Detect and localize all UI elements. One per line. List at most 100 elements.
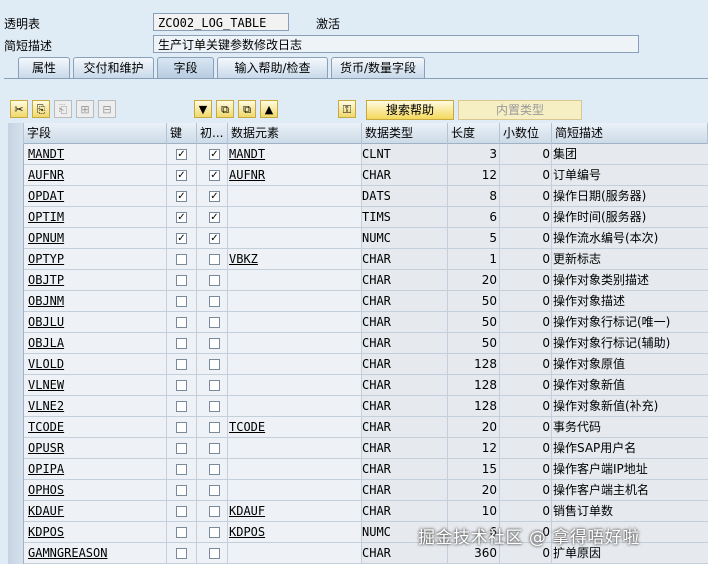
initial-cell[interactable]: [197, 375, 228, 396]
decimals-cell[interactable]: 0: [500, 249, 552, 270]
initial-cell[interactable]: ✓: [197, 186, 228, 207]
data-type-cell[interactable]: CHAR: [362, 417, 448, 438]
paste-icon[interactable]: ⎗: [54, 100, 72, 118]
initial-cell[interactable]: ✓: [197, 207, 228, 228]
length-cell[interactable]: 50: [448, 333, 500, 354]
header-data-element[interactable]: 数据元素: [228, 123, 362, 144]
data-element-cell[interactable]: [228, 186, 362, 207]
copy-icon[interactable]: ⎘: [32, 100, 50, 118]
table-row[interactable]: OPTIM ✓ ✓ TIMS 6 0 操作时间(服务器): [8, 207, 708, 228]
data-type-cell[interactable]: TIMS: [362, 207, 448, 228]
first-page-icon[interactable]: ⧉: [216, 100, 234, 118]
initial-checkbox[interactable]: ✓: [209, 233, 220, 244]
initial-cell[interactable]: [197, 543, 228, 564]
field-name-cell[interactable]: MANDT: [24, 144, 167, 165]
table-row[interactable]: MANDT ✓ ✓ MANDT CLNT 3 0 集团: [8, 144, 708, 165]
short-desc-cell[interactable]: 操作对象原值: [552, 354, 708, 375]
initial-checkbox[interactable]: [209, 506, 220, 517]
field-name-cell[interactable]: OPDAT: [24, 186, 167, 207]
row-selector[interactable]: [8, 396, 24, 417]
field-name-cell[interactable]: VLNEW: [24, 375, 167, 396]
key-cell[interactable]: [167, 501, 197, 522]
initial-cell[interactable]: [197, 501, 228, 522]
length-cell[interactable]: 8: [448, 186, 500, 207]
decimals-cell[interactable]: 0: [500, 354, 552, 375]
field-name-cell[interactable]: OPTIM: [24, 207, 167, 228]
key-checkbox[interactable]: ✓: [176, 149, 187, 160]
decimals-cell[interactable]: 0: [500, 165, 552, 186]
data-type-cell[interactable]: CHAR: [362, 291, 448, 312]
row-selector[interactable]: [8, 312, 24, 333]
short-desc-cell[interactable]: 操作对象行标记(辅助): [552, 333, 708, 354]
field-name-cell[interactable]: OPHOS: [24, 480, 167, 501]
length-cell[interactable]: 128: [448, 375, 500, 396]
row-selector[interactable]: [8, 417, 24, 438]
short-desc-cell[interactable]: 操作对象类别描述: [552, 270, 708, 291]
data-type-cell[interactable]: CHAR: [362, 270, 448, 291]
data-element-cell[interactable]: [228, 543, 362, 564]
initial-cell[interactable]: [197, 480, 228, 501]
table-row[interactable]: OPHOS CHAR 20 0 操作客户端主机名: [8, 480, 708, 501]
cut-icon[interactable]: ✂: [10, 100, 28, 118]
short-desc-field[interactable]: 生产订单关键参数修改日志: [153, 35, 639, 53]
data-type-cell[interactable]: CHAR: [362, 459, 448, 480]
select-all-corner[interactable]: [8, 123, 24, 144]
decimals-cell[interactable]: 0: [500, 501, 552, 522]
short-desc-cell[interactable]: 事务代码: [552, 417, 708, 438]
key-checkbox[interactable]: [176, 338, 187, 349]
short-desc-cell[interactable]: 操作客户端主机名: [552, 480, 708, 501]
row-selector[interactable]: [8, 459, 24, 480]
field-name-cell[interactable]: OPUSR: [24, 438, 167, 459]
data-element-cell[interactable]: [228, 333, 362, 354]
field-name-cell[interactable]: OBJLU: [24, 312, 167, 333]
row-selector[interactable]: [8, 375, 24, 396]
short-desc-cell[interactable]: 操作对象新值: [552, 375, 708, 396]
data-element-cell[interactable]: AUFNR: [228, 165, 362, 186]
length-cell[interactable]: 1: [448, 249, 500, 270]
data-element-cell[interactable]: [228, 396, 362, 417]
data-type-cell[interactable]: CHAR: [362, 375, 448, 396]
table-row[interactable]: OPUSR CHAR 12 0 操作SAP用户名: [8, 438, 708, 459]
initial-cell[interactable]: [197, 417, 228, 438]
decimals-cell[interactable]: 0: [500, 333, 552, 354]
short-desc-cell[interactable]: 操作客户端IP地址: [552, 459, 708, 480]
key-cell[interactable]: [167, 312, 197, 333]
short-desc-cell[interactable]: 操作时间(服务器): [552, 207, 708, 228]
key-cell[interactable]: ✓: [167, 165, 197, 186]
data-element-cell[interactable]: [228, 480, 362, 501]
tab-input-help-check[interactable]: 输入帮助/检查: [217, 57, 328, 78]
length-cell[interactable]: 20: [448, 417, 500, 438]
initial-checkbox[interactable]: [209, 380, 220, 391]
key-cell[interactable]: [167, 375, 197, 396]
tab-currency-quantity-fields[interactable]: 货币/数量字段: [331, 57, 425, 78]
length-cell[interactable]: 20: [448, 270, 500, 291]
table-row[interactable]: OPTYP VBKZ CHAR 1 0 更新标志: [8, 249, 708, 270]
initial-cell[interactable]: [197, 333, 228, 354]
table-row[interactable]: OBJLA CHAR 50 0 操作对象行标记(辅助): [8, 333, 708, 354]
row-selector[interactable]: [8, 144, 24, 165]
data-type-cell[interactable]: CHAR: [362, 312, 448, 333]
short-desc-cell[interactable]: 销售订单数: [552, 501, 708, 522]
length-cell[interactable]: 50: [448, 291, 500, 312]
data-element-cell[interactable]: VBKZ: [228, 249, 362, 270]
header-key[interactable]: 键: [167, 123, 197, 144]
key-checkbox[interactable]: [176, 527, 187, 538]
initial-cell[interactable]: [197, 396, 228, 417]
table-row[interactable]: VLOLD CHAR 128 0 操作对象原值: [8, 354, 708, 375]
table-row[interactable]: OPDAT ✓ ✓ DATS 8 0 操作日期(服务器): [8, 186, 708, 207]
data-element-cell[interactable]: KDAUF: [228, 501, 362, 522]
row-selector[interactable]: [8, 228, 24, 249]
initial-checkbox[interactable]: [209, 548, 220, 559]
initial-cell[interactable]: ✓: [197, 165, 228, 186]
field-name-cell[interactable]: GAMNGREASON: [24, 543, 167, 564]
initial-cell[interactable]: [197, 354, 228, 375]
table-row[interactable]: AUFNR ✓ ✓ AUFNR CHAR 12 0 订单编号: [8, 165, 708, 186]
data-element-cell[interactable]: [228, 312, 362, 333]
key-checkbox[interactable]: ✓: [176, 170, 187, 181]
field-name-cell[interactable]: KDAUF: [24, 501, 167, 522]
key-cell[interactable]: ✓: [167, 186, 197, 207]
header-initial[interactable]: 初...: [197, 123, 228, 144]
row-selector[interactable]: [8, 354, 24, 375]
key-cell[interactable]: [167, 543, 197, 564]
field-name-cell[interactable]: OBJNM: [24, 291, 167, 312]
